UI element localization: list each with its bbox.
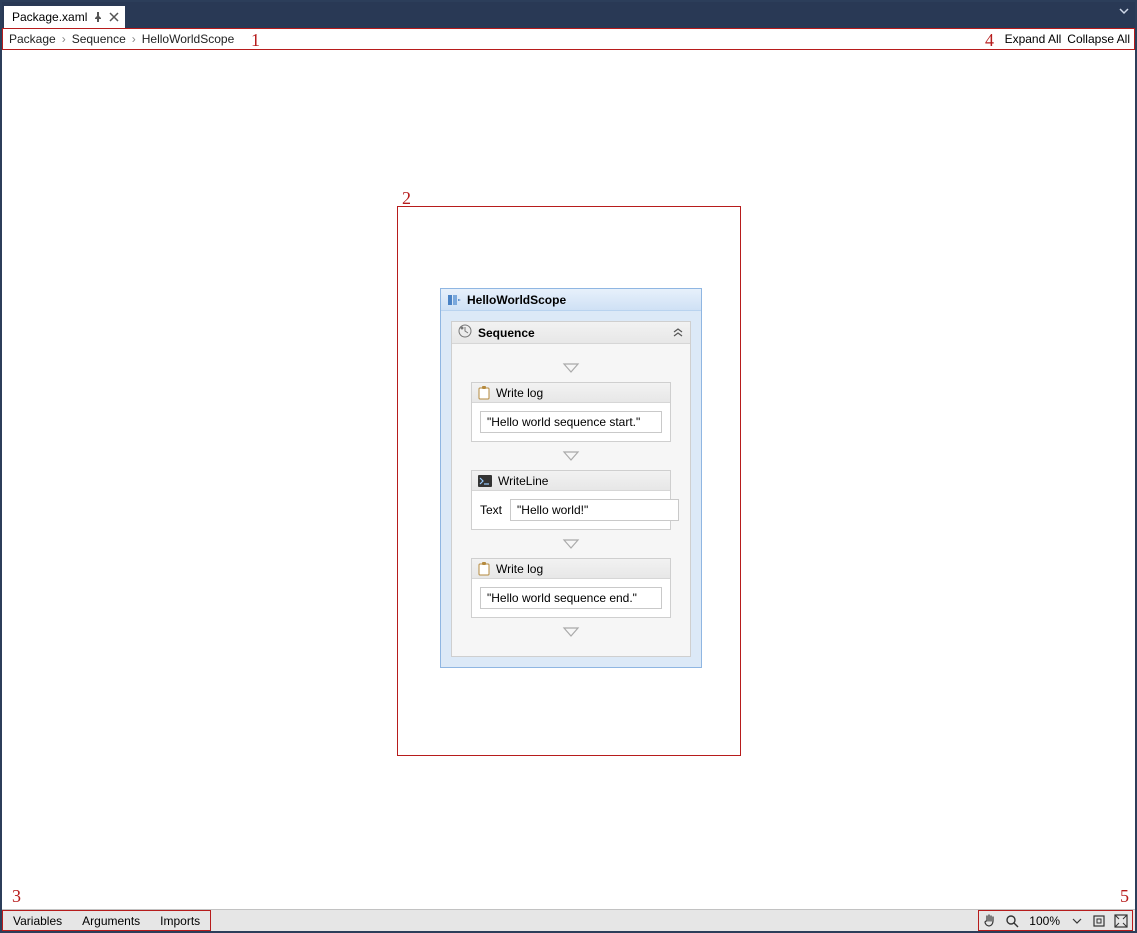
pin-icon[interactable] (93, 12, 103, 22)
crumb-sequence[interactable]: Sequence (72, 32, 126, 46)
close-icon[interactable] (109, 12, 119, 22)
drop-target-icon[interactable] (562, 450, 580, 462)
annotation-1: 1 (251, 30, 260, 51)
sequence-activity[interactable]: Sequence (451, 321, 691, 657)
bottom-tabs: Variables Arguments Imports (2, 910, 211, 931)
activity-title: WriteLine (498, 474, 548, 488)
console-icon (478, 475, 492, 487)
breadcrumb: Package › Sequence › HelloWorldScope (9, 32, 234, 46)
sequence-body: Write log (452, 344, 690, 656)
field-label: Text (480, 503, 502, 517)
drop-target-icon[interactable] (562, 626, 580, 638)
annotation-4: 4 (985, 30, 994, 51)
activity-write-log-end[interactable]: Write log (471, 558, 671, 618)
clipboard-icon (478, 386, 490, 400)
document-tab[interactable]: Package.xaml (4, 6, 125, 28)
activity-header[interactable]: Write log (472, 559, 670, 579)
fit-to-screen-icon[interactable] (1090, 912, 1108, 930)
crumb-separator: › (132, 32, 136, 46)
activity-value-input[interactable] (480, 411, 662, 433)
sequence-icon (458, 324, 472, 341)
expand-all-button[interactable]: Expand All (1005, 32, 1062, 46)
clipboard-icon (478, 562, 490, 576)
scope-activity[interactable]: HelloWorldScope Sequence (440, 288, 702, 668)
annotation-5: 5 (1120, 886, 1129, 907)
annotation-3: 3 (12, 886, 21, 907)
scope-icon (447, 293, 461, 307)
scope-header[interactable]: HelloWorldScope (441, 289, 701, 311)
breadcrumb-bar: Package › Sequence › HelloWorldScope Exp… (2, 28, 1135, 50)
activity-title: Write log (496, 562, 543, 576)
drop-target-icon[interactable] (562, 362, 580, 374)
zoom-dropdown-icon[interactable] (1068, 912, 1086, 930)
activity-header[interactable]: WriteLine (472, 471, 670, 491)
activity-title: Write log (496, 386, 543, 400)
scope-title: HelloWorldScope (467, 293, 566, 307)
drop-target-icon[interactable] (562, 538, 580, 550)
sequence-title: Sequence (478, 326, 535, 340)
collapse-all-button[interactable]: Collapse All (1067, 32, 1130, 46)
tab-imports[interactable]: Imports (150, 911, 210, 930)
overview-icon[interactable] (1112, 912, 1130, 930)
scope-body: Sequence (441, 311, 701, 667)
bottom-bar: Variables Arguments Imports 100% (2, 909, 1135, 931)
activity-value-input[interactable] (480, 587, 662, 609)
activity-header[interactable]: Write log (472, 383, 670, 403)
tab-bar: Package.xaml (2, 2, 1135, 28)
tab-title: Package.xaml (12, 10, 87, 24)
pan-icon[interactable] (981, 912, 999, 930)
activity-writeline[interactable]: WriteLine Text (471, 470, 671, 530)
collapse-icon[interactable] (672, 325, 684, 340)
tab-variables[interactable]: Variables (3, 911, 72, 930)
designer-canvas[interactable]: 2 HelloWorldScope Sequence (2, 50, 1135, 909)
zoom-level: 100% (1025, 914, 1064, 928)
crumb-scope[interactable]: HelloWorldScope (142, 32, 235, 46)
crumb-package[interactable]: Package (9, 32, 56, 46)
crumb-separator: › (62, 32, 66, 46)
bottom-tools: 100% (978, 910, 1133, 931)
zoom-icon[interactable] (1003, 912, 1021, 930)
tab-overflow-icon[interactable] (1119, 6, 1129, 16)
breadcrumb-actions: Expand All Collapse All (1005, 32, 1130, 46)
activity-write-log-start[interactable]: Write log (471, 382, 671, 442)
activity-value-input[interactable] (510, 499, 679, 521)
sequence-header[interactable]: Sequence (452, 322, 690, 344)
tab-arguments[interactable]: Arguments (72, 911, 150, 930)
